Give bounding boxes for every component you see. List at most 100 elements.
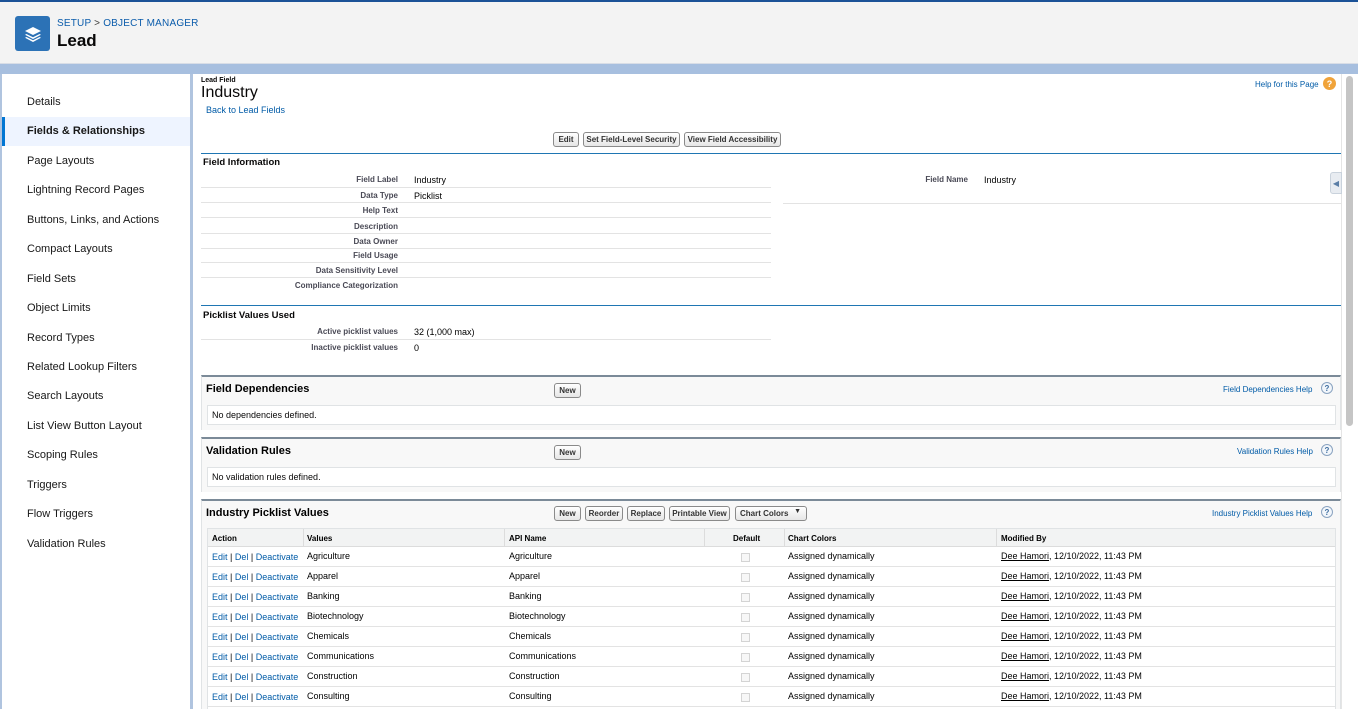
sidebar-item-list-view-button-layout[interactable]: List View Button Layout [2, 412, 190, 441]
sidebar-item-validation-rules[interactable]: Validation Rules [2, 530, 190, 559]
modified-by-user-link[interactable]: Dee Hamori [1001, 691, 1049, 701]
new-dependency-button[interactable]: New [554, 383, 581, 398]
sidebar-item-object-limits[interactable]: Object Limits [2, 294, 190, 323]
edit-link[interactable]: Edit [212, 652, 228, 662]
sidebar-item-buttons-links-actions[interactable]: Buttons, Links, and Actions [2, 206, 190, 235]
deactivate-link[interactable]: Deactivate [256, 632, 299, 642]
picklist-value: Biotechnology [307, 611, 364, 621]
breadcrumb-object-manager[interactable]: OBJECT MANAGER [103, 18, 198, 29]
industry-picklist-values-title: Industry Picklist Values [206, 507, 329, 519]
deactivate-link[interactable]: Deactivate [256, 652, 299, 662]
compliance-categorization-label: Compliance Categorization [294, 281, 398, 290]
picklist-values-table: Action Values API Name Default Chart Col… [207, 528, 1336, 709]
default-checkbox [741, 573, 750, 582]
edit-link[interactable]: Edit [212, 572, 228, 582]
modified-by-user-link[interactable]: Dee Hamori [1001, 591, 1049, 601]
field-dependencies-help-link[interactable]: Field Dependencies Help [1223, 385, 1312, 394]
del-link[interactable]: Del [235, 552, 249, 562]
view-field-accessibility-button[interactable]: View Field Accessibility [684, 132, 781, 147]
edit-button[interactable]: Edit [553, 132, 579, 147]
del-link[interactable]: Del [235, 592, 249, 602]
edit-link[interactable]: Edit [212, 552, 228, 562]
row-divider [208, 646, 1335, 647]
deactivate-link[interactable]: Deactivate [256, 612, 299, 622]
validation-rules-help-link[interactable]: Validation Rules Help [1237, 447, 1313, 456]
row-divider [208, 566, 1335, 567]
modified-by-user-link[interactable]: Dee Hamori [1001, 631, 1049, 641]
del-link[interactable]: Del [235, 692, 249, 702]
collapse-panel-icon[interactable]: ◀ [1330, 172, 1342, 194]
modified-by-user-link[interactable]: Dee Hamori [1001, 551, 1049, 561]
replace-button[interactable]: Replace [627, 506, 665, 521]
column-divider [303, 529, 304, 547]
edit-link[interactable]: Edit [212, 692, 228, 702]
data-sensitivity-level-label: Data Sensitivity Level [315, 266, 398, 275]
chart-color-value: Assigned dynamically [788, 691, 875, 701]
help-for-page-link[interactable]: Help for this Page [1255, 80, 1319, 89]
default-checkbox [741, 653, 750, 662]
sidebar-item-details[interactable]: Details [2, 88, 190, 117]
question-icon[interactable]: ? [1321, 506, 1333, 518]
deactivate-link[interactable]: Deactivate [256, 572, 299, 582]
question-icon[interactable]: ? [1321, 444, 1333, 456]
sidebar-item-scoping-rules[interactable]: Scoping Rules [2, 441, 190, 470]
chart-color-value: Assigned dynamically [788, 591, 875, 601]
edit-link[interactable]: Edit [212, 612, 228, 622]
sidebar-item-compact-layouts[interactable]: Compact Layouts [2, 235, 190, 264]
modified-by-user-link[interactable]: Dee Hamori [1001, 671, 1049, 681]
printable-view-button[interactable]: Printable View [669, 506, 730, 521]
row-divider [208, 586, 1335, 587]
picklist-value: Consulting [307, 691, 350, 701]
edit-link[interactable]: Edit [212, 632, 228, 642]
data-type-value: Picklist [414, 191, 443, 201]
del-link[interactable]: Del [235, 632, 249, 642]
set-field-level-security-button[interactable]: Set Field-Level Security [583, 132, 680, 147]
question-icon[interactable]: ? [1321, 382, 1333, 394]
picklist-api-name: Biotechnology [509, 611, 566, 621]
sidebar-item-field-sets[interactable]: Field Sets [2, 265, 190, 294]
deactivate-link[interactable]: Deactivate [256, 552, 299, 562]
active-picklist-values-value: 32 (1,000 max) [414, 327, 475, 337]
sidebar-item-page-layouts[interactable]: Page Layouts [2, 147, 190, 176]
default-checkbox [741, 693, 750, 702]
help-circle-icon[interactable]: ? [1323, 77, 1336, 90]
sidebar-item-lightning-record-pages[interactable]: Lightning Record Pages [2, 176, 190, 205]
back-to-lead-fields-link[interactable]: Back to Lead Fields [206, 105, 285, 115]
new-value-button[interactable]: New [554, 506, 581, 521]
row-divider [201, 248, 771, 249]
action-separator: | [230, 672, 233, 682]
edit-link[interactable]: Edit [212, 592, 228, 602]
picklist-api-name: Chemicals [509, 631, 552, 641]
sidebar-item-triggers[interactable]: Triggers [2, 471, 190, 500]
chart-colors-dropdown[interactable]: Chart Colors ▼ [735, 506, 807, 521]
picklist-api-name: Construction [509, 671, 560, 681]
modified-by-user-link[interactable]: Dee Hamori [1001, 651, 1049, 661]
sidebar-item-search-layouts[interactable]: Search Layouts [2, 382, 190, 411]
deactivate-link[interactable]: Deactivate [256, 672, 299, 682]
picklist-value: Agriculture [307, 551, 351, 561]
deactivate-link[interactable]: Deactivate [256, 592, 299, 602]
sidebar-item-record-types[interactable]: Record Types [2, 324, 190, 353]
scrollbar-thumb[interactable] [1346, 76, 1353, 426]
industry-picklist-values-help-link[interactable]: Industry Picklist Values Help [1212, 509, 1312, 518]
chart-color-value: Assigned dynamically [788, 671, 875, 681]
modified-date: , 12/10/2022, 11:43 PM [1049, 611, 1142, 621]
modified-by-user-link[interactable]: Dee Hamori [1001, 611, 1049, 621]
reorder-button[interactable]: Reorder [585, 506, 623, 521]
page-scrollbar[interactable] [1341, 74, 1358, 709]
modified-by-user-link[interactable]: Dee Hamori [1001, 571, 1049, 581]
del-link[interactable]: Del [235, 612, 249, 622]
sidebar-item-flow-triggers[interactable]: Flow Triggers [2, 500, 190, 529]
chart-color-value: Assigned dynamically [788, 551, 875, 561]
new-validation-rule-button[interactable]: New [554, 445, 581, 460]
del-link[interactable]: Del [235, 572, 249, 582]
edit-link[interactable]: Edit [212, 672, 228, 682]
breadcrumb-setup[interactable]: SETUP [57, 18, 91, 29]
modified-date: , 12/10/2022, 11:43 PM [1049, 591, 1142, 601]
sidebar-item-fields-relationships[interactable]: Fields & Relationships [2, 117, 190, 146]
del-link[interactable]: Del [235, 672, 249, 682]
sidebar-item-related-lookup-filters[interactable]: Related Lookup Filters [2, 353, 190, 382]
del-link[interactable]: Del [235, 652, 249, 662]
picklist-value: Apparel [307, 571, 339, 581]
deactivate-link[interactable]: Deactivate [256, 692, 299, 702]
